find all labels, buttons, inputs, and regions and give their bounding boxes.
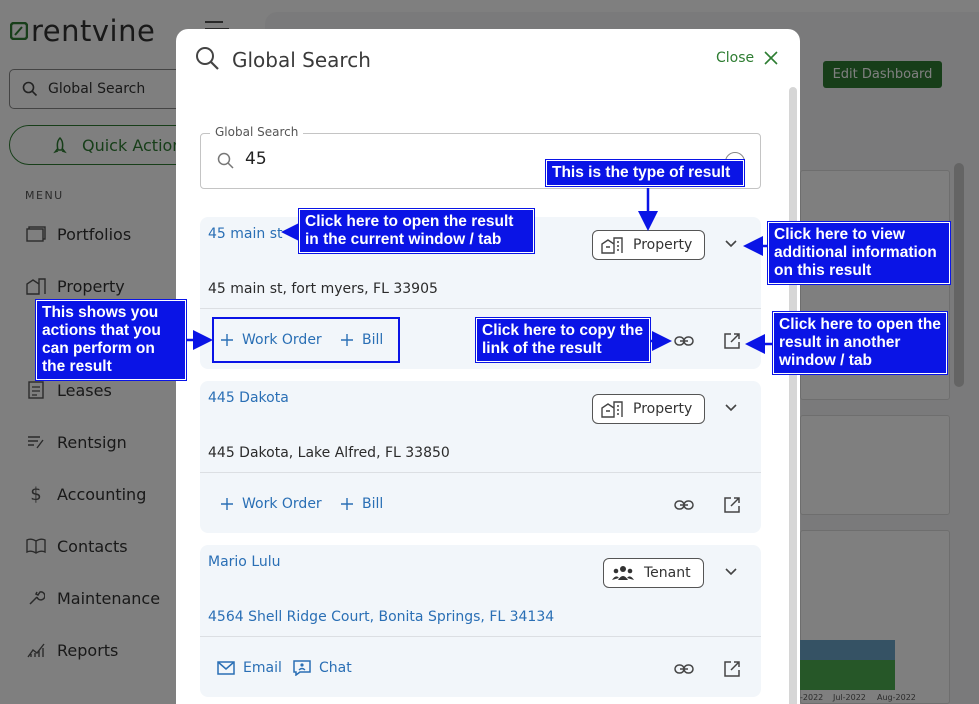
search-icon (196, 47, 219, 70)
action-label: Chat (319, 660, 352, 676)
actions-highlight-box (212, 317, 400, 363)
action-label: Bill (362, 496, 384, 512)
result-divider (200, 636, 761, 637)
chevron-down-icon[interactable] (724, 567, 738, 577)
annotation-view-info: Click here to view additional informatio… (768, 222, 950, 284)
result-type-label: Property (633, 401, 693, 417)
mail-icon (217, 661, 235, 675)
result-subtitle: 45 main st, fort myers, FL 33905 (208, 281, 438, 297)
search-field-label: Global Search (210, 125, 304, 139)
result-type-label: Property (633, 237, 693, 253)
annotation-copy-link: Click here to copy the link of the resul… (476, 318, 650, 362)
annotation-open-current: Click here to open the result in the cur… (299, 209, 534, 253)
result-type-badge: Property (592, 230, 706, 260)
result-divider (200, 308, 761, 309)
search-result: Mario Lulu Tenant 4564 Shell Ridge Court… (200, 545, 761, 697)
bill-button[interactable]: Bill (340, 496, 383, 512)
copy-link-icon[interactable] (673, 330, 695, 352)
result-subtitle-link[interactable]: 4564 Shell Ridge Court, Bonita Springs, … (208, 609, 554, 625)
global-search-modal: Global Search Close Global Search 45 mai… (176, 29, 800, 704)
open-new-tab-icon[interactable] (721, 658, 743, 680)
plus-icon (221, 498, 233, 510)
result-divider (200, 472, 761, 473)
close-label: Close (716, 50, 755, 66)
result-type-badge: Property (592, 394, 706, 424)
annotation-open-new: Click here to open the result in another… (773, 312, 947, 374)
modal-title: Global Search (232, 48, 371, 72)
work-order-button[interactable]: Work Order (220, 496, 322, 512)
result-type-label: Tenant (644, 565, 691, 581)
close-button[interactable]: Close (716, 50, 778, 66)
chat-icon (293, 660, 311, 676)
chevron-down-icon[interactable] (724, 239, 738, 249)
result-title-link[interactable]: 445 Dakota (208, 390, 289, 406)
result-subtitle: 445 Dakota, Lake Alfred, FL 33850 (208, 445, 450, 461)
people-icon (612, 566, 634, 580)
copy-link-icon[interactable] (673, 658, 695, 680)
chevron-down-icon[interactable] (724, 403, 738, 413)
result-title-link[interactable]: 45 main st (208, 226, 282, 242)
plus-icon (341, 498, 353, 510)
chat-button[interactable]: Chat (293, 660, 352, 676)
open-new-tab-icon[interactable] (721, 330, 743, 352)
close-icon (764, 51, 778, 65)
building-icon (601, 237, 623, 254)
copy-link-icon[interactable] (673, 494, 695, 516)
result-title-link[interactable]: Mario Lulu (208, 554, 281, 570)
result-type-badge: Tenant (603, 558, 704, 588)
email-button[interactable]: Email (217, 660, 282, 676)
action-label: Email (243, 660, 282, 676)
annotation-actions: This shows you actions that you can perf… (36, 300, 186, 380)
modal-scrollbar[interactable] (789, 87, 797, 704)
open-new-tab-icon[interactable] (721, 494, 743, 516)
annotation-result-type: This is the type of result (546, 160, 744, 186)
action-label: Work Order (242, 496, 322, 512)
search-icon (217, 152, 234, 169)
search-result: 445 Dakota Property 445 Dakota, Lake Alf… (200, 381, 761, 533)
building-icon (601, 401, 623, 418)
